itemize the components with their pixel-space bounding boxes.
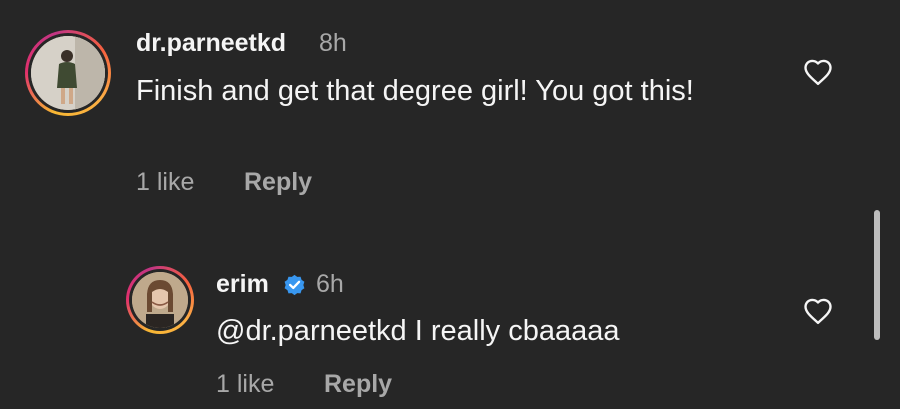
reply-button[interactable]: Reply <box>244 168 312 197</box>
comment-text: Finish and get that degree girl! You got… <box>136 75 694 107</box>
like-count[interactable]: 1 like <box>216 370 274 399</box>
avatar-photo <box>31 36 105 110</box>
avatar[interactable] <box>25 30 111 116</box>
reply-button[interactable]: Reply <box>324 370 392 399</box>
heart-outline-icon[interactable] <box>803 58 833 86</box>
person-face-icon <box>132 272 188 328</box>
verified-badge-icon <box>284 274 305 296</box>
comment-username[interactable]: erim <box>216 270 269 299</box>
comment-timestamp: 8h <box>319 29 347 57</box>
like-count[interactable]: 1 like <box>136 168 194 197</box>
avatar-photo <box>132 272 188 328</box>
comment-item: dr.parneetkd 8h Finish and get that degr… <box>0 0 900 220</box>
avatar[interactable] <box>126 266 194 334</box>
reply-comment-item: erim 6h @dr.parneetkd I really cbaaaaa 1… <box>0 220 900 409</box>
comment-text: @dr.parneetkd I really cbaaaaa <box>216 315 620 347</box>
scrollbar[interactable] <box>874 210 880 340</box>
comment-username[interactable]: dr.parneetkd <box>136 29 286 58</box>
comment-timestamp: 6h <box>316 270 344 298</box>
heart-outline-icon[interactable] <box>803 297 833 325</box>
person-silhouette-icon <box>31 36 105 110</box>
